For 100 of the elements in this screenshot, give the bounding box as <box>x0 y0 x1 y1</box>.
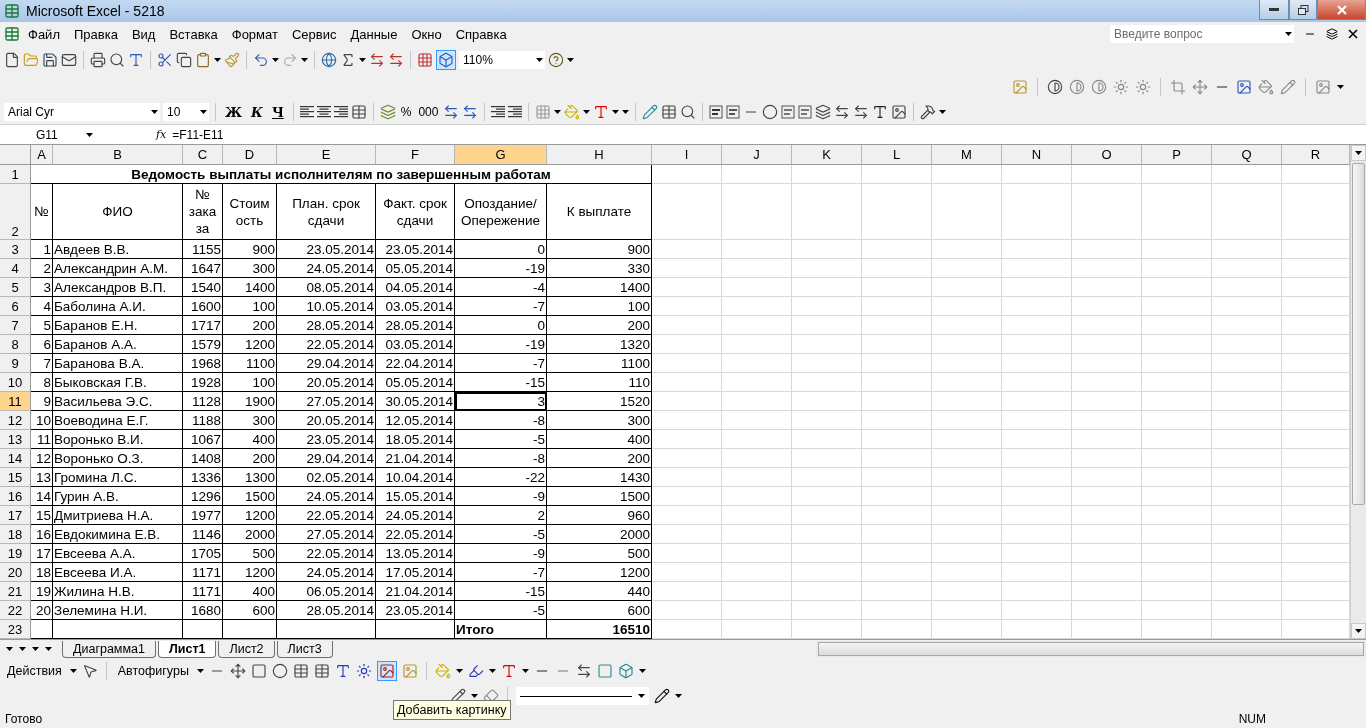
line-color-icon[interactable] <box>467 663 484 679</box>
menu-item[interactable]: Формат <box>225 24 284 44</box>
menu-item[interactable]: Вид <box>125 24 162 44</box>
column-header[interactable]: A <box>31 145 53 165</box>
last-sheet-icon[interactable] <box>45 647 52 651</box>
design-mode-icon[interactable] <box>642 104 659 120</box>
decrease-indent-icon[interactable] <box>491 106 506 118</box>
caret-icon[interactable] <box>455 669 463 673</box>
caret-icon[interactable] <box>638 694 645 698</box>
line-color-icon[interactable] <box>654 688 670 704</box>
sheet-tab[interactable]: Диаграмма1 <box>62 640 156 658</box>
increase-indent-icon[interactable] <box>508 106 523 118</box>
row-header[interactable]: 6 <box>0 297 31 316</box>
less-brightness-icon[interactable] <box>1135 79 1151 95</box>
row-header[interactable]: 2 <box>0 184 31 240</box>
align-right-icon[interactable] <box>333 106 348 118</box>
label-control-icon[interactable] <box>872 104 889 120</box>
caret-icon[interactable] <box>214 58 221 62</box>
undo-icon[interactable] <box>253 52 269 68</box>
clip-art-icon[interactable] <box>378 663 395 679</box>
row-header[interactable]: 12 <box>0 411 31 430</box>
save-icon[interactable] <box>42 52 58 68</box>
fill-color-icon[interactable] <box>564 104 581 120</box>
caret-icon[interactable] <box>69 669 77 673</box>
column-header[interactable]: I <box>652 145 722 165</box>
menu-item[interactable]: Справка <box>449 24 513 44</box>
sheet-tab[interactable]: Лист3 <box>276 640 333 658</box>
caret-icon[interactable] <box>1337 85 1344 89</box>
column-header[interactable]: B <box>53 145 183 165</box>
view-code-icon[interactable] <box>680 104 697 120</box>
scroll-down-icon[interactable] <box>1355 629 1362 633</box>
caret-icon[interactable] <box>488 669 496 673</box>
column-header[interactable]: K <box>792 145 862 165</box>
select-all-corner[interactable] <box>0 145 31 165</box>
caret-icon[interactable] <box>200 110 207 114</box>
caret-icon[interactable] <box>521 669 529 673</box>
caret-icon[interactable] <box>638 669 646 673</box>
copy-icon[interactable] <box>176 52 192 68</box>
menu-item[interactable]: Сервис <box>285 24 343 44</box>
row-header[interactable]: 8 <box>0 335 31 354</box>
row-header[interactable]: 16 <box>0 487 31 506</box>
close-button[interactable] <box>1317 0 1366 20</box>
menu-item[interactable]: Правка <box>67 24 124 44</box>
image-control-icon[interactable] <box>891 104 908 120</box>
column-header[interactable]: N <box>1002 145 1072 165</box>
horizontal-scrollbar[interactable] <box>816 641 1366 657</box>
column-header[interactable]: R <box>1282 145 1350 165</box>
column-header[interactable]: F <box>376 145 455 165</box>
caret-icon[interactable] <box>359 58 366 62</box>
wordart-icon[interactable] <box>334 663 351 679</box>
caret-icon[interactable] <box>301 58 308 62</box>
minimize-button[interactable] <box>1259 0 1289 20</box>
autoshapes-menu-button[interactable]: Автофигуры <box>114 663 192 679</box>
menu-item[interactable]: Вставка <box>163 24 224 44</box>
select-objects-icon[interactable] <box>81 663 98 679</box>
option-button-icon[interactable] <box>762 104 779 120</box>
cut-icon[interactable] <box>157 52 173 68</box>
vertical-scrollbar[interactable] <box>1350 145 1366 639</box>
row-header[interactable]: 22 <box>0 601 31 620</box>
row-header[interactable]: 20 <box>0 563 31 582</box>
caret-icon[interactable] <box>675 694 682 698</box>
row-header[interactable]: 3 <box>0 240 31 259</box>
3d-style-icon[interactable] <box>617 663 634 679</box>
caret-icon[interactable] <box>554 110 562 114</box>
caret-icon[interactable] <box>471 694 478 698</box>
underline-button[interactable]: Ч <box>268 104 287 120</box>
column-header[interactable]: C <box>183 145 223 165</box>
new-file-icon[interactable] <box>4 52 20 68</box>
paste-icon[interactable] <box>195 52 211 68</box>
next-sheet-icon[interactable] <box>32 647 39 651</box>
formula-field[interactable]: =F11-E11 <box>172 127 224 142</box>
row-header[interactable]: 13 <box>0 430 31 449</box>
row-header[interactable]: 10 <box>0 373 31 392</box>
font-color-icon[interactable] <box>593 104 610 120</box>
font-color-icon[interactable] <box>500 663 517 679</box>
first-sheet-icon[interactable] <box>6 647 13 651</box>
help-icon[interactable] <box>548 52 564 68</box>
row-header[interactable]: 18 <box>0 525 31 544</box>
caret-icon[interactable] <box>536 58 543 62</box>
active-cell[interactable]: 3 <box>455 392 547 411</box>
print-preview-icon[interactable] <box>109 52 125 68</box>
caret-icon[interactable] <box>196 669 204 673</box>
row-header[interactable]: 5 <box>0 278 31 297</box>
caret-icon[interactable] <box>567 58 574 62</box>
previous-sheet-icon[interactable] <box>19 647 26 651</box>
italic-button[interactable]: К <box>248 104 266 120</box>
menu-item[interactable]: Данные <box>344 24 404 44</box>
merge-cells-icon[interactable] <box>350 104 367 120</box>
crop-icon[interactable] <box>1170 79 1186 95</box>
font-size-field[interactable]: 10 <box>163 103 209 121</box>
autosum-icon[interactable] <box>340 52 356 68</box>
column-header[interactable]: H <box>547 145 652 165</box>
help-search-field[interactable]: Введите вопрос <box>1110 25 1294 43</box>
workbook-icon[interactable] <box>4 26 20 42</box>
restore-button[interactable] <box>1289 0 1317 20</box>
print-icon[interactable] <box>90 52 106 68</box>
caret-icon[interactable] <box>939 110 947 114</box>
column-header[interactable]: J <box>722 145 792 165</box>
column-header[interactable]: O <box>1072 145 1142 165</box>
menu-item[interactable]: Файл <box>22 24 66 44</box>
